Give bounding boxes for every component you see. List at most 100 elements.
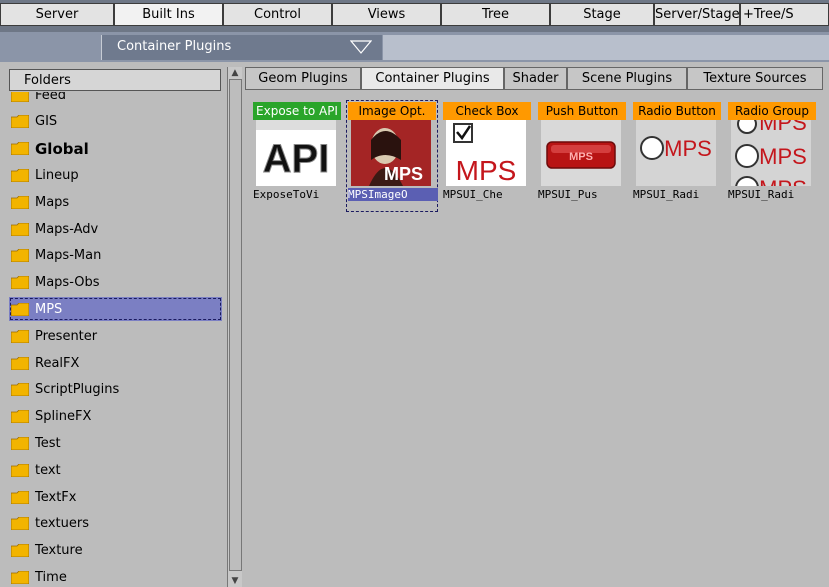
plugin-type-tabs: Geom Plugins Container Plugins Shader Sc… — [245, 67, 829, 91]
tab-scene-plugins[interactable]: Scene Plugins — [567, 67, 687, 90]
folder-icon — [11, 383, 29, 397]
folder-item[interactable]: RealFX — [9, 351, 222, 375]
plugin-push-button[interactable]: Push Button MPS MPSUI_Pus — [538, 102, 626, 210]
plugin-radio-group[interactable]: Radio Group MPS MPS MPS MPSUI_Radi — [728, 102, 816, 210]
plugin-category-strip: Container Plugins — [0, 32, 829, 62]
folder-item[interactable]: Global — [9, 137, 222, 161]
tab-texture-sources[interactable]: Texture Sources — [687, 67, 823, 90]
plugin-grid: Expose to API API ExposeToVi Image Opt. … — [245, 92, 829, 587]
plugin-title: Radio Group — [728, 102, 816, 120]
tab-geom-plugins[interactable]: Geom Plugins — [245, 67, 361, 90]
folder-icon — [11, 249, 29, 263]
plugin-radio-button[interactable]: Radio Button MPS MPSUI_Radi — [633, 102, 721, 210]
folder-item[interactable]: Texture — [9, 539, 222, 563]
folder-item[interactable]: Maps — [9, 190, 222, 214]
folder-label: Lineup — [35, 167, 79, 183]
folder-item[interactable]: Test — [9, 431, 222, 455]
folder-label: TextFx — [35, 489, 77, 505]
tab-tree[interactable]: Tree — [441, 3, 550, 26]
folder-label: RealFX — [35, 355, 80, 371]
svg-text:MPS: MPS — [759, 176, 807, 186]
tab-tree-s[interactable]: +Tree/S — [740, 3, 829, 26]
radio-group-icon: MPS MPS MPS — [731, 120, 811, 186]
tab-built-ins[interactable]: Built Ins — [114, 3, 223, 26]
svg-text:MPS: MPS — [759, 144, 807, 169]
folder-label: text — [35, 462, 61, 478]
folder-icon — [11, 356, 29, 370]
folder-label: Maps — [35, 194, 70, 210]
folder-icon — [11, 222, 29, 236]
folder-label: Maps-Man — [35, 248, 102, 264]
folder-icon — [11, 92, 29, 102]
image-opt-icon: MPS — [351, 120, 431, 186]
folder-label: SplineFX — [35, 409, 92, 425]
folder-label: MPS — [35, 301, 63, 317]
tab-stage[interactable]: Stage — [550, 3, 654, 26]
folder-icon — [11, 463, 29, 477]
folder-item[interactable]: text — [9, 458, 222, 482]
folder-item[interactable]: Lineup — [9, 163, 222, 187]
folder-icon — [11, 302, 29, 316]
top-tab-bar: Server Built Ins Control Views Tree Stag… — [0, 0, 829, 32]
folder-item[interactable]: MPS — [9, 297, 222, 322]
folder-label: Global — [35, 139, 89, 158]
svg-text:MPS: MPS — [759, 120, 807, 135]
folder-item[interactable]: TextFx — [9, 485, 222, 509]
folder-item[interactable]: GIS — [9, 110, 222, 134]
folder-label: Maps-Adv — [35, 221, 99, 237]
folder-item[interactable]: ScriptPlugins — [9, 378, 222, 402]
radio-button-icon: MPS — [636, 120, 716, 186]
plugin-check-box[interactable]: Check Box MPS MPSUI_Che — [443, 102, 531, 210]
plugin-name: MPSUI_Che — [443, 188, 503, 201]
plugin-name: MPSImageO — [348, 188, 438, 201]
folder-item[interactable]: Maps-Adv — [9, 217, 222, 241]
check-box-icon: MPS — [446, 120, 526, 186]
folder-item[interactable]: Maps-Man — [9, 244, 222, 268]
folder-icon — [11, 570, 29, 584]
folder-label: Feed — [35, 92, 67, 103]
plugin-title: Radio Button — [633, 102, 721, 120]
folders-scrollbar[interactable]: ▲ ▼ — [227, 67, 242, 587]
folder-label: textuers — [35, 516, 90, 532]
svg-text:MPS: MPS — [569, 151, 593, 163]
folder-item[interactable]: textuers — [9, 512, 222, 536]
folder-item[interactable]: Time — [9, 565, 222, 587]
tab-control[interactable]: Control — [223, 3, 332, 26]
push-button-icon: MPS — [541, 120, 621, 186]
folder-icon — [11, 329, 29, 343]
scroll-down-icon[interactable]: ▼ — [229, 575, 241, 587]
plugin-image-opt[interactable]: Image Opt. MPS MPSImageO — [346, 100, 438, 212]
svg-text:MPS: MPS — [664, 136, 712, 161]
plugin-name: MPSUI_Pus — [538, 188, 598, 201]
api-icon: API — [256, 120, 336, 186]
plugin-name: MPSUI_Radi — [633, 188, 700, 201]
folder-icon — [11, 168, 29, 182]
plugin-title: Push Button — [538, 102, 626, 120]
folder-icon — [11, 436, 29, 450]
plugin-title: Check Box — [443, 102, 531, 120]
folder-label: Presenter — [35, 328, 98, 344]
folders-list[interactable]: Feed GIS Global Lineup Maps Maps-Adv Maps-Man M… — [9, 92, 223, 587]
tab-views[interactable]: Views — [332, 3, 441, 26]
plugin-category-dropdown[interactable]: Container Plugins — [101, 35, 382, 60]
folder-item[interactable]: SplineFX — [9, 405, 222, 429]
folder-label: GIS — [35, 114, 58, 130]
plugin-expose-to-api[interactable]: Expose to API API ExposeToVi — [253, 102, 341, 210]
tab-server[interactable]: Server — [0, 3, 114, 26]
plugin-title: Image Opt. — [348, 102, 436, 120]
svg-text:MPS: MPS — [456, 155, 517, 186]
dropdown-spacer — [383, 35, 829, 60]
folder-item[interactable]: Feed — [9, 92, 222, 107]
dropdown-value: Container Plugins — [117, 39, 232, 54]
folder-item[interactable]: Maps-Obs — [9, 271, 222, 295]
scroll-up-icon[interactable]: ▲ — [229, 67, 241, 79]
tab-server-stage[interactable]: Server/Stage — [654, 3, 740, 26]
tab-container-plugins[interactable]: Container Plugins — [361, 67, 504, 90]
scrollbar-thumb[interactable] — [229, 79, 242, 571]
folder-icon — [11, 276, 29, 290]
plugin-title: Expose to API — [253, 102, 341, 120]
folder-icon — [11, 517, 29, 531]
tab-shader[interactable]: Shader — [504, 67, 567, 90]
folder-icon — [11, 544, 29, 558]
folder-item[interactable]: Presenter — [9, 324, 222, 348]
